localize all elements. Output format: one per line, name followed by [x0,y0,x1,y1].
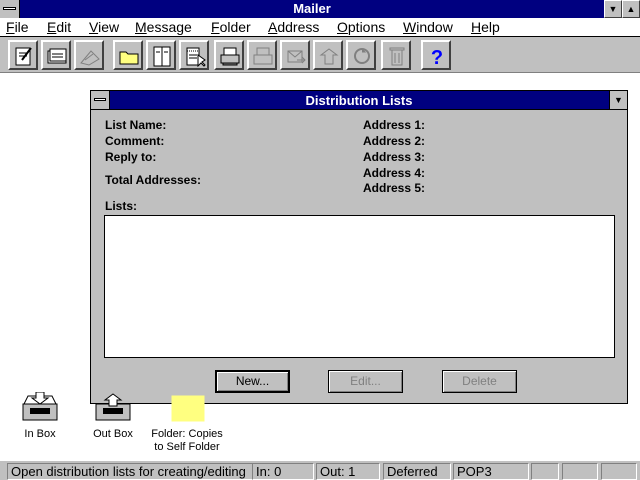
lists-label: Lists: [105,199,138,213]
edit-button[interactable]: Edit... [328,370,403,393]
maximize-icon: ▲ [626,4,636,14]
system-menu-icon [3,7,16,10]
comment-label: Comment: [105,134,165,148]
in-box-label: In Box [24,428,56,440]
dialog-system-menu-icon [94,98,106,101]
print-button[interactable] [214,40,244,70]
out-box-icon [95,393,131,421]
dialog-system-menu-button[interactable] [91,91,110,109]
menu-bar: File Edit View Message Folder Address Op… [0,18,640,37]
mailer-app: Mailer ▼ ▲ File Edit View Message Folder… [0,0,640,480]
minimize-icon: ▼ [608,4,618,14]
print-setup-button[interactable] [247,40,277,70]
in-box-icon [22,391,58,421]
print-setup-icon [253,47,273,65]
in-box-icon-item[interactable]: In Box [0,391,80,441]
copy-button[interactable] [346,40,376,70]
address-book-icon [153,46,171,67]
distribution-lists-dialog: Distribution Lists ▼ List Name: Comment:… [90,90,628,404]
dialog-title: Distribution Lists [305,93,413,108]
help-button[interactable]: ? [421,40,451,70]
delete-list-button[interactable]: Delete [442,370,517,393]
address-4-label: Address 4: [363,166,426,180]
status-state: Deferred [383,463,451,480]
dialog-title-bar: Distribution Lists ▼ [91,91,627,110]
reply-button[interactable] [74,40,104,70]
status-panel-3 [601,463,637,480]
list-name-label: List Name: [105,118,167,132]
menu-edit[interactable]: Edit [47,19,71,35]
menu-view[interactable]: View [89,19,119,35]
forward-icon [287,50,306,64]
status-out-count: Out: 1 [316,463,380,480]
edit-button-label: Edit... [350,374,381,388]
status-bar: Open distribution lists for creating/edi… [0,460,640,480]
forward-button[interactable] [280,40,310,70]
status-protocol: POP3 [453,463,529,480]
address-3-label: Address 3: [363,150,426,164]
read-mail-button[interactable] [41,40,71,70]
status-message: Open distribution lists for creating/edi… [7,463,253,480]
menu-address[interactable]: Address [268,19,319,35]
copies-to-self-folder-icon-item[interactable]: Folder: Copies to Self Folder [147,392,227,454]
notepad-button[interactable] [179,40,209,70]
out-box-icon-item[interactable]: Out Box [73,392,153,441]
folder-icon [171,395,205,422]
address-book-button[interactable] [146,40,176,70]
address-5-label: Address 5: [363,181,426,195]
menu-help[interactable]: Help [471,19,500,35]
status-panel-1 [531,463,559,480]
delete-icon [389,47,405,66]
minimize-button[interactable]: ▼ [604,0,622,18]
out-box-label: Out Box [93,428,133,440]
title-bar: Mailer ▼ ▲ [0,0,640,18]
help-icon: ? [431,47,443,67]
new-button-label: New... [235,374,270,388]
copies-to-self-folder-label: Folder: Copies to Self Folder [151,428,223,453]
maximize-button[interactable]: ▲ [622,0,640,18]
svg-text:?: ? [431,47,443,67]
total-addresses-label: Total Addresses: [105,173,202,187]
open-folder-button[interactable] [113,40,143,70]
lists-listbox[interactable] [104,215,615,358]
notepad-icon [186,47,206,67]
address-2-label: Address 2: [363,134,426,148]
read-mail-icon [47,48,67,64]
reply-to-label: Reply to: [105,150,157,164]
move-icon [319,48,339,65]
status-in-count: In: 0 [252,463,314,480]
copy-icon [354,48,370,64]
status-panel-2 [562,463,598,480]
new-button[interactable]: New... [215,370,290,393]
menu-message[interactable]: Message [135,19,192,35]
window-title: Mailer [293,1,331,16]
folder-icon [119,51,139,65]
menu-window[interactable]: Window [403,19,453,35]
reply-icon [80,50,100,66]
system-menu-button[interactable] [0,0,20,18]
menu-folder[interactable]: Folder [211,19,251,35]
menu-options[interactable]: Options [337,19,385,35]
move-button[interactable] [313,40,343,70]
dialog-maximize-button[interactable]: ▼ [609,91,627,109]
delete-button[interactable] [381,40,411,70]
print-icon [220,47,240,66]
menu-file[interactable]: File [6,19,29,35]
compose-icon [15,47,32,66]
dialog-maximize-icon: ▼ [614,95,623,105]
compose-button[interactable] [8,40,38,70]
delete-button-label: Delete [462,374,497,388]
toolbar: ? [0,37,640,73]
address-1-label: Address 1: [363,118,426,132]
